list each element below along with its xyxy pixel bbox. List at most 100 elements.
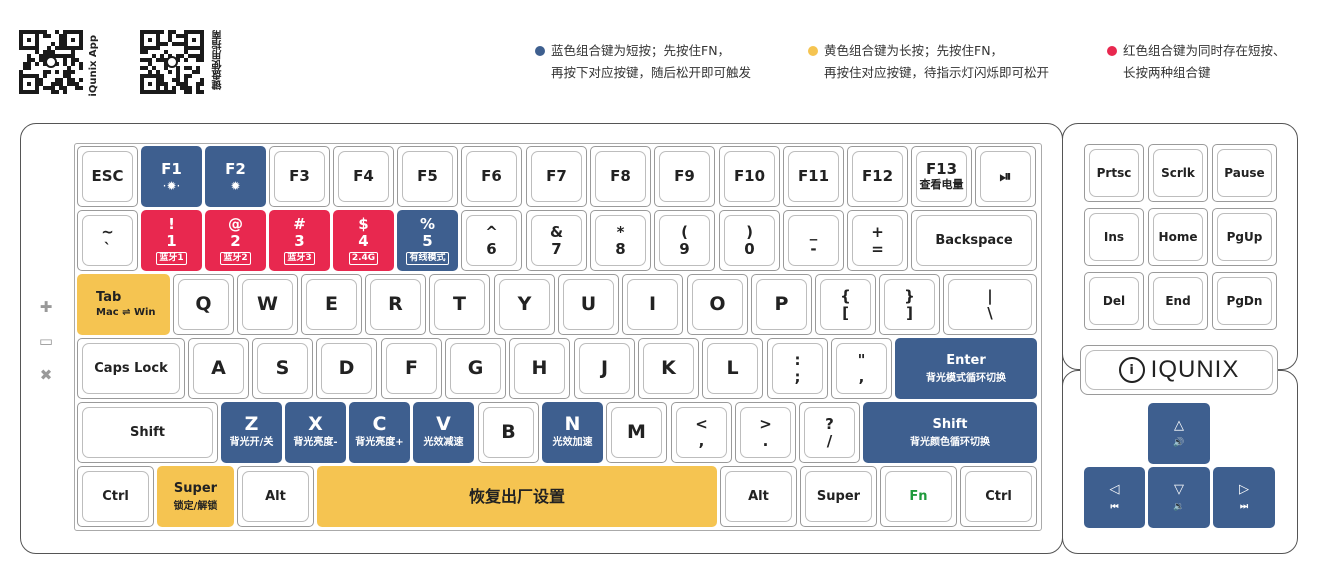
- f13-key[interactable]: F13 查看电量: [911, 146, 972, 207]
- equal-key[interactable]: + =: [847, 210, 908, 271]
- end-key[interactable]: End: [1148, 272, 1208, 330]
- caps-lock-key[interactable]: Caps Lock: [77, 338, 185, 399]
- key-t[interactable]: T: [429, 274, 490, 335]
- key-z[interactable]: Z 背光开/关: [221, 402, 282, 463]
- f12-key[interactable]: F12: [847, 146, 908, 207]
- backslash-key[interactable]: | \: [943, 274, 1037, 335]
- f4-key[interactable]: F4: [333, 146, 394, 207]
- right-super-key[interactable]: Super: [800, 466, 877, 527]
- f10-key[interactable]: F10: [719, 146, 780, 207]
- f3-key-label: F3: [289, 167, 310, 185]
- f1-key[interactable]: F1 ·✹·: [141, 146, 202, 207]
- right-ctrl-key[interactable]: Ctrl: [960, 466, 1037, 527]
- f5-key[interactable]: F5: [397, 146, 458, 207]
- space-key[interactable]: 恢复出厂设置: [317, 466, 717, 527]
- key-h[interactable]: H: [509, 338, 570, 399]
- tilde-key[interactable]: ~ `: [77, 210, 138, 271]
- f7-key[interactable]: F7: [526, 146, 587, 207]
- semicolon-key[interactable]: :;: [767, 338, 828, 399]
- key-q[interactable]: Q: [173, 274, 234, 335]
- period-key[interactable]: >.: [735, 402, 796, 463]
- up-arrow-key[interactable]: △ 🔊: [1148, 403, 1210, 464]
- key-2-bottom: 2: [230, 232, 241, 250]
- delete-key[interactable]: Del: [1084, 272, 1144, 330]
- prtsc-key[interactable]: Prtsc: [1084, 144, 1144, 202]
- right-alt-key[interactable]: Alt: [720, 466, 797, 527]
- key-k[interactable]: K: [638, 338, 699, 399]
- key-f[interactable]: F: [381, 338, 442, 399]
- down-arrow-icon: ▽: [1174, 482, 1184, 497]
- key-m[interactable]: M: [606, 402, 667, 463]
- key-o[interactable]: O: [687, 274, 748, 335]
- right-arrow-key[interactable]: ▷ ⏭: [1213, 467, 1275, 528]
- tab-key[interactable]: Tab Mac ⇌ Win: [77, 274, 170, 335]
- key-u[interactable]: U: [558, 274, 619, 335]
- key-l-label: L: [726, 357, 739, 379]
- enter-key[interactable]: Enter 背光模式循环切换: [895, 338, 1037, 399]
- pgup-key[interactable]: PgUp: [1212, 208, 1277, 266]
- key-y[interactable]: Y: [494, 274, 555, 335]
- key-l[interactable]: L: [702, 338, 763, 399]
- key-x[interactable]: X 背光亮度-: [285, 402, 346, 463]
- left-ctrl-key[interactable]: Ctrl: [77, 466, 154, 527]
- key-b[interactable]: B: [478, 402, 539, 463]
- left-super-key[interactable]: Super 锁定/解锁: [157, 466, 234, 527]
- key-4[interactable]: $4 2.4G: [333, 210, 394, 271]
- f2-key[interactable]: F2 ✹: [205, 146, 266, 207]
- key-e[interactable]: E: [301, 274, 362, 335]
- insert-key[interactable]: Ins: [1084, 208, 1144, 266]
- minus-key[interactable]: _ -: [783, 210, 844, 271]
- key-j[interactable]: J: [574, 338, 635, 399]
- f11-key[interactable]: F11: [783, 146, 844, 207]
- key-5[interactable]: % 5 有线模式: [397, 210, 458, 271]
- slash-key[interactable]: ? /: [799, 402, 860, 463]
- fn-key[interactable]: Fn: [880, 466, 957, 527]
- key-8[interactable]: * 8: [590, 210, 651, 271]
- scrlk-key[interactable]: Scrlk: [1148, 144, 1208, 202]
- pgdn-key[interactable]: PgDn: [1212, 272, 1277, 330]
- pause-key[interactable]: Pause: [1212, 144, 1277, 202]
- key-s[interactable]: S: [252, 338, 313, 399]
- key-r[interactable]: R: [365, 274, 426, 335]
- key-i[interactable]: I: [622, 274, 683, 335]
- f3-key[interactable]: F3: [269, 146, 330, 207]
- pause-key-label: Pause: [1224, 166, 1265, 180]
- home-key[interactable]: Home: [1148, 208, 1208, 266]
- down-arrow-key[interactable]: ▽ 🔉: [1148, 467, 1210, 528]
- key-2[interactable]: @2 蓝牙2: [205, 210, 266, 271]
- play-pause-icon: ⏯: [999, 167, 1012, 185]
- key-6[interactable]: ^ 6: [461, 210, 522, 271]
- brightness-up-icon: ✹: [230, 179, 241, 193]
- esc-key[interactable]: ESC: [77, 146, 138, 207]
- left-alt-key[interactable]: Alt: [237, 466, 314, 527]
- rbracket-key[interactable]: }]: [879, 274, 940, 335]
- quote-key[interactable]: ",: [831, 338, 892, 399]
- key-g[interactable]: G: [445, 338, 506, 399]
- comma-key[interactable]: <,: [671, 402, 732, 463]
- key-d[interactable]: D: [316, 338, 377, 399]
- right-shift-key[interactable]: Shift 背光颜色循环切换: [863, 402, 1037, 463]
- key-n[interactable]: N 光效加速: [542, 402, 603, 463]
- f6-key[interactable]: F6: [461, 146, 522, 207]
- key-7[interactable]: & 7: [526, 210, 587, 271]
- key-0[interactable]: ) 0: [719, 210, 780, 271]
- lbracket-key[interactable]: {[: [815, 274, 876, 335]
- backspace-key[interactable]: Backspace: [911, 210, 1037, 271]
- left-arrow-key[interactable]: ◁ ⏮: [1084, 467, 1145, 528]
- key-p[interactable]: P: [751, 274, 812, 335]
- key-w[interactable]: W: [237, 274, 298, 335]
- key-3[interactable]: #3 蓝牙3: [269, 210, 330, 271]
- key-a[interactable]: A: [188, 338, 249, 399]
- key-f-label: F: [405, 357, 418, 379]
- play-pause-key[interactable]: ⏯: [975, 146, 1036, 207]
- key-3-tag: 蓝牙3: [284, 252, 315, 265]
- key-1[interactable]: ! 1 蓝牙1: [141, 210, 202, 271]
- left-shift-key[interactable]: Shift: [77, 402, 218, 463]
- key-v[interactable]: V 光效减速: [413, 402, 474, 463]
- space-key-label: 恢复出厂设置: [468, 487, 565, 506]
- f9-key[interactable]: F9: [654, 146, 715, 207]
- key-c[interactable]: C 背光亮度+: [349, 402, 410, 463]
- key-9[interactable]: (9: [654, 210, 715, 271]
- f8-key[interactable]: F8: [590, 146, 651, 207]
- key-a-label: A: [211, 357, 226, 379]
